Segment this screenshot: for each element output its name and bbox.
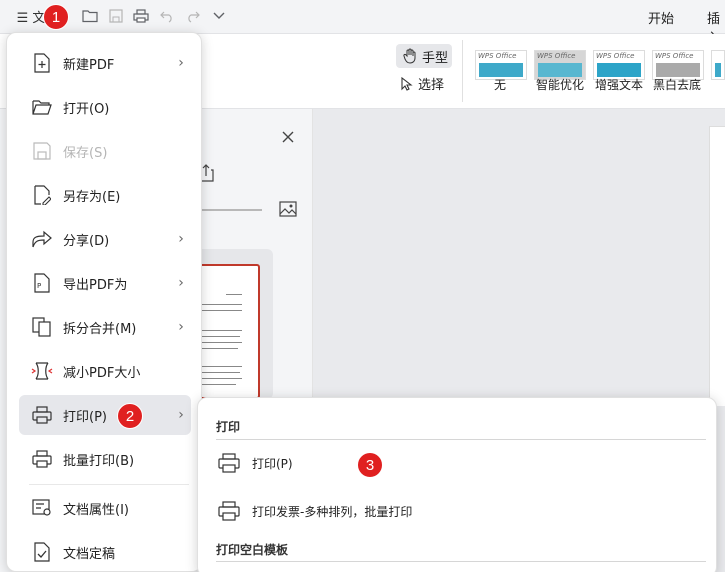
menu-item-share[interactable]: 分享(D) › (19, 219, 191, 259)
printer-icon (218, 453, 240, 473)
menu-item-batch-print[interactable]: 批量打印(B) (19, 439, 191, 479)
submenu-section-blank-template: 打印空白模板 (216, 543, 289, 557)
chevron-right-icon: › (178, 55, 184, 71)
print-icon[interactable] (131, 5, 151, 27)
page-thumbnail[interactable] (196, 264, 260, 399)
printer-icon (31, 404, 53, 426)
page-preview-edge (709, 126, 725, 406)
submenu-divider (216, 561, 706, 562)
select-tool-button[interactable]: 选择 (400, 74, 444, 93)
invoice-printer-icon (218, 501, 240, 521)
chevron-right-icon: › (178, 319, 184, 335)
step-badge-2: 2 (117, 403, 143, 429)
hand-icon (403, 48, 416, 64)
cursor-icon (401, 76, 413, 91)
menu-item-new-pdf[interactable]: 新建PDF › (19, 43, 191, 83)
submenu-item-print[interactable]: 打印(P) (218, 453, 293, 473)
menu-item-split-merge[interactable]: 拆分合并(M) › (19, 307, 191, 347)
step-badge-3: 3 (357, 452, 383, 478)
menu-item-compress[interactable]: 减小PDF大小 (19, 351, 191, 391)
export-pdf-icon: P (31, 272, 53, 294)
chevron-right-icon: › (178, 231, 184, 247)
split-merge-icon (31, 316, 53, 338)
image-icon[interactable] (279, 201, 297, 221)
batch-print-icon (31, 448, 53, 470)
new-pdf-icon (31, 52, 53, 74)
submenu-heading: 打印 (216, 420, 241, 434)
submenu-item-print-label: 打印(P) (252, 456, 293, 471)
filter-label-none: 无 (493, 78, 506, 92)
menu-item-doc-properties[interactable]: 文档属性(I) (19, 488, 191, 528)
finalize-icon (31, 541, 53, 563)
ribbon-divider (462, 40, 463, 102)
doc-properties-icon (31, 497, 53, 519)
chevron-right-icon: › (178, 275, 184, 291)
menu-item-print[interactable]: 打印(P) › (19, 395, 191, 435)
file-menu: 新建PDF › 打开(O) 保存(S) 另存为(E) 分享(D) › P 导出P… (6, 32, 202, 572)
share-icon (31, 228, 53, 250)
menu-item-save-as[interactable]: 另存为(E) (19, 175, 191, 215)
menu-item-save[interactable]: 保存(S) (19, 131, 191, 171)
save-as-icon (31, 184, 53, 206)
save-icon[interactable] (106, 5, 126, 27)
svg-text:P: P (37, 282, 41, 290)
print-submenu: 打印 打印(P) 打印发票-多种排列，批量打印 打印空白模板 (197, 397, 717, 572)
step-badge-1: 1 (43, 4, 69, 30)
filter-label-bw: 黑白去底 (652, 78, 701, 92)
undo-icon[interactable] (157, 5, 177, 27)
menu-item-finalize[interactable]: 文档定稿 (19, 532, 191, 572)
select-tool-label: 选择 (418, 78, 445, 93)
close-icon[interactable] (281, 130, 295, 148)
zoom-slider[interactable] (200, 209, 262, 211)
folder-open-icon (31, 96, 53, 118)
submenu-divider (216, 439, 706, 440)
submenu-item-invoice-label: 打印发票-多种排列，批量打印 (252, 504, 413, 519)
hand-tool-button[interactable]: 手型 (396, 44, 452, 68)
menu-divider (29, 484, 189, 485)
folder-open-icon[interactable] (80, 5, 100, 27)
title-bar: ☰ 文 开始 插入 (0, 0, 725, 46)
hand-tool-label: 手型 (422, 50, 449, 66)
tab-start[interactable]: 开始 (648, 8, 674, 27)
chevron-down-icon[interactable] (209, 5, 229, 27)
menu-item-open[interactable]: 打开(O) (19, 87, 191, 127)
menu-item-export-pdf[interactable]: P 导出PDF为 › (19, 263, 191, 303)
save-icon (31, 140, 53, 162)
file-menu-label: ☰ 文 (16, 10, 46, 26)
compress-icon (31, 360, 53, 382)
submenu-item-invoice-print[interactable]: 打印发票-多种排列，批量打印 (218, 501, 412, 521)
filter-label-enhance: 增强文本 (594, 78, 643, 92)
filter-label-smart: 智能优化 (535, 78, 584, 92)
chevron-right-icon: › (178, 407, 184, 423)
redo-icon[interactable] (183, 5, 203, 27)
filter-thumb-more[interactable] (711, 50, 725, 80)
